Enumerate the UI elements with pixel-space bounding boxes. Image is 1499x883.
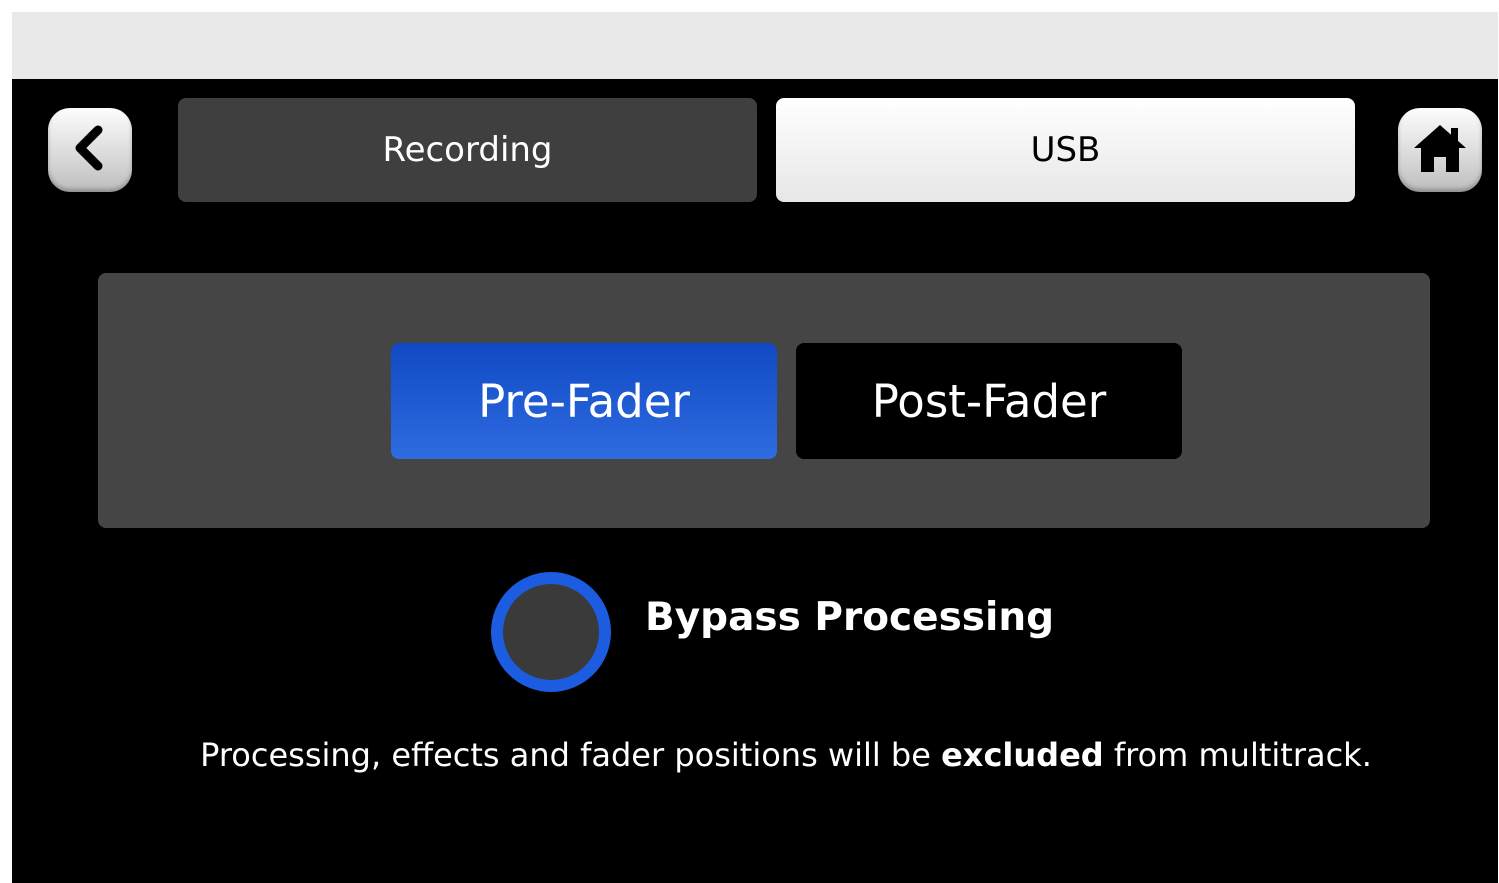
usb-settings-screen: Recording USB Pre-Fader Post-Fader Bypas… [12,79,1498,883]
post-fader-label: Post-Fader [871,374,1107,428]
bypass-processing-label: Bypass Processing [645,595,1055,640]
tab-recording[interactable]: Recording [178,98,757,202]
tap-point-panel: Pre-Fader Post-Fader [98,273,1430,528]
tab-recording-label: Recording [382,130,553,170]
home-button[interactable] [1398,108,1482,192]
note-text-before: Processing, effects and fader positions … [200,736,942,774]
note-text-after: from multitrack. [1103,736,1372,774]
bypass-note: Processing, effects and fader positions … [12,736,1499,774]
tab-usb-label: USB [1030,130,1101,170]
back-button[interactable] [48,108,132,192]
chevron-left-icon [70,124,110,176]
note-emphasis: excluded [941,736,1104,774]
post-fader-button[interactable]: Post-Fader [796,343,1182,459]
pre-fader-label: Pre-Fader [478,374,690,428]
device-frame: Recording USB Pre-Fader Post-Fader Bypas… [12,12,1498,883]
top-strip [12,12,1498,79]
pre-fader-button[interactable]: Pre-Fader [391,343,777,459]
bypass-processing-toggle[interactable] [491,572,611,692]
home-icon [1411,122,1469,178]
tab-usb[interactable]: USB [776,98,1355,202]
